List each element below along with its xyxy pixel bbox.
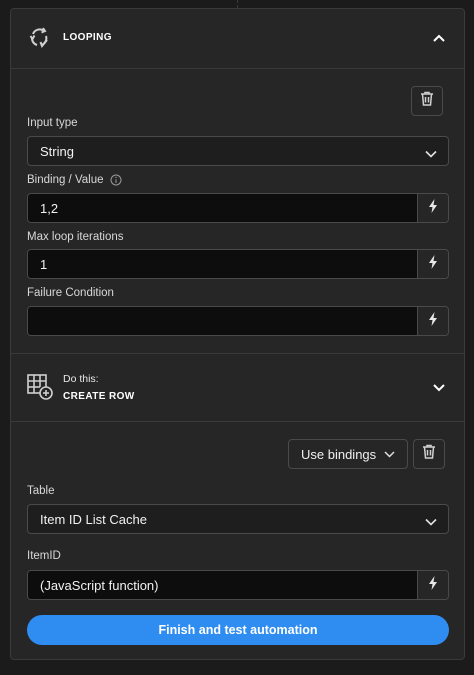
max-iterations-bolt-button[interactable] [417,250,448,278]
table-value: Item ID List Cache [40,511,147,527]
input-type-label-text: Input type [27,117,78,129]
max-iterations-field: 1 [27,249,449,279]
trash-icon [420,91,434,111]
trash-icon [422,444,436,464]
binding-value-input[interactable]: 1,2 [28,194,417,222]
chevron-down-icon [425,514,437,529]
failure-condition-field [27,306,449,336]
table-select[interactable]: Item ID List Cache [27,504,449,534]
looping-title: LOOPING [63,32,112,43]
binding-value-bolt-button[interactable] [417,194,448,222]
itemid-bolt-button[interactable] [417,571,448,599]
chevron-up-icon[interactable] [432,31,446,45]
max-iterations-label: Max loop iterations [27,231,124,243]
lightning-bolt-icon [428,311,438,331]
looping-header[interactable]: LOOPING [11,9,464,68]
max-iterations-input[interactable]: 1 [28,250,417,278]
binding-value-field: 1,2 [27,193,449,223]
automation-step-panel: LOOPING Input type String Binding / Valu… [10,8,465,660]
chevron-down-icon [425,146,437,161]
failure-condition-label-text: Failure Condition [27,287,114,299]
input-type-select[interactable]: String [27,136,449,166]
lightning-bolt-icon [428,254,438,274]
connector-line [237,0,239,8]
table-label-text: Table [27,485,55,497]
input-type-label: Input type [27,117,78,129]
use-bindings-dropdown[interactable]: Use bindings [288,439,409,469]
step-eyebrow: Do this: [63,373,99,385]
create-row-icon [27,374,53,400]
itemid-label: ItemID [27,550,61,562]
failure-condition-input[interactable] [28,307,417,335]
max-iterations-label-text: Max loop iterations [27,231,124,243]
delete-step-button[interactable] [413,439,445,469]
loop-icon [27,26,51,50]
binding-value-label-text: Binding / Value [27,174,104,186]
binding-value-label: Binding / Value [27,174,122,186]
lightning-bolt-icon [428,198,438,218]
itemid-label-text: ItemID [27,550,61,562]
delete-loop-button[interactable] [411,86,443,116]
divider [11,421,464,422]
divider [11,68,464,69]
itemid-input[interactable]: (JavaScript function) [28,571,417,599]
chevron-down-icon[interactable] [432,381,446,395]
chevron-down-icon [384,450,395,458]
step-title: CREATE ROW [63,391,135,402]
lightning-bolt-icon [428,575,438,595]
failure-condition-label: Failure Condition [27,287,114,299]
info-icon[interactable] [110,174,122,186]
itemid-field: (JavaScript function) [27,570,449,600]
table-label: Table [27,485,55,497]
input-type-value: String [40,143,74,159]
finish-and-test-button[interactable]: Finish and test automation [27,615,449,645]
failure-condition-bolt-button[interactable] [417,307,448,335]
step-header[interactable]: Do this: CREATE ROW [11,354,464,421]
use-bindings-label: Use bindings [301,446,377,462]
